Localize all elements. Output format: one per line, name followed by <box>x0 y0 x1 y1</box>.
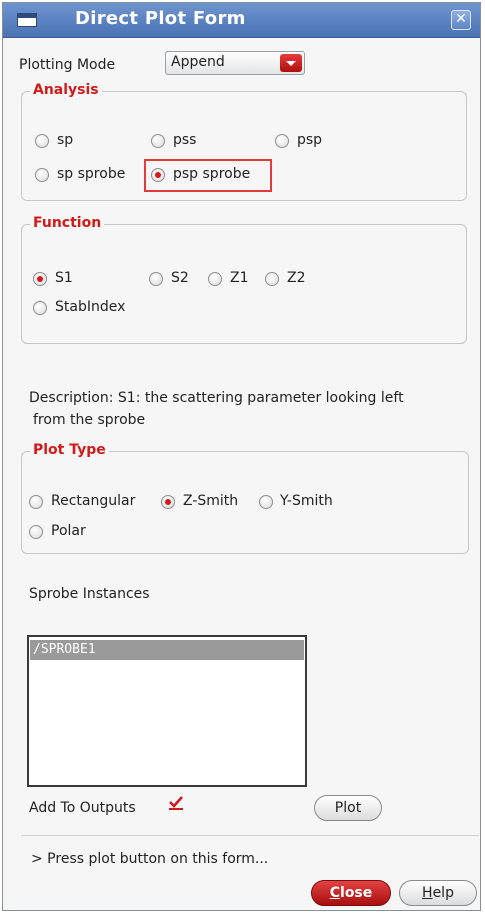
window-menu-icon[interactable] <box>17 13 37 27</box>
plot-type-rectangular-label: Rectangular <box>51 493 136 509</box>
function-z2-label: Z2 <box>287 270 306 286</box>
plot-type-z-smith-label: Z-Smith <box>183 493 239 509</box>
function-stabindex-label: StabIndex <box>55 299 126 315</box>
help-mnemonic: H <box>422 885 433 901</box>
plot-type-rectangular-radio[interactable] <box>29 495 43 509</box>
window-close-icon[interactable]: ✕ <box>451 10 471 30</box>
function-z1-radio[interactable] <box>208 272 222 286</box>
analysis-psp-label: psp <box>297 132 323 148</box>
analysis-psp-sprobe-radio[interactable] <box>151 168 165 182</box>
analysis-sp-label: sp <box>57 132 74 148</box>
analysis-legend: Analysis <box>30 82 102 98</box>
analysis-sp-sprobe-radio[interactable] <box>35 168 49 182</box>
plotting-mode-label: Plotting Mode <box>19 57 116 73</box>
divider <box>21 835 479 836</box>
plot-button[interactable]: Plot <box>314 795 382 821</box>
list-item[interactable]: /SPROBE1 <box>30 640 304 660</box>
close-mnemonic: C <box>329 885 341 901</box>
close-label-rest: lose <box>340 885 373 901</box>
sprobe-instances-list[interactable]: /SPROBE1 <box>27 635 307 787</box>
status-text: > Press plot button on this form... <box>31 851 269 867</box>
plot-type-polar-radio[interactable] <box>29 525 43 539</box>
analysis-sp-sprobe-label: sp sprobe <box>57 166 126 182</box>
help-label-rest: elp <box>432 885 454 901</box>
function-z1-label: Z1 <box>230 270 249 286</box>
function-s2-label: S2 <box>171 270 189 286</box>
analysis-psp-radio[interactable] <box>275 134 289 148</box>
plot-type-z-smith-radio[interactable] <box>161 495 175 509</box>
direct-plot-form-window: Direct Plot Form ✕ Plotting Mode Append … <box>2 2 481 911</box>
plotting-mode-value: Append <box>171 54 225 70</box>
plot-type-polar-label: Polar <box>51 523 86 539</box>
function-s1-radio[interactable] <box>33 272 47 286</box>
plotting-mode-select[interactable]: Append <box>165 51 305 75</box>
analysis-pss-radio[interactable] <box>151 134 165 148</box>
analysis-sp-radio[interactable] <box>35 134 49 148</box>
function-legend: Function <box>30 215 105 231</box>
plot-type-y-smith-radio[interactable] <box>259 495 273 509</box>
title-bar[interactable]: Direct Plot Form ✕ <box>3 3 480 38</box>
description-line-1: Description: S1: the scattering paramete… <box>29 390 404 406</box>
function-z2-radio[interactable] <box>265 272 279 286</box>
plot-type-y-smith-label: Y-Smith <box>280 493 333 509</box>
description-line-2: from the sprobe <box>33 412 146 428</box>
help-button[interactable]: Help <box>399 880 477 906</box>
chevron-down-icon[interactable] <box>280 54 302 72</box>
sprobe-instances-label: Sprobe Instances <box>29 586 150 602</box>
add-to-outputs-checkbox[interactable] <box>168 794 184 810</box>
plot-type-legend: Plot Type <box>30 442 109 458</box>
analysis-pss-label: pss <box>173 132 197 148</box>
add-to-outputs-label: Add To Outputs <box>29 800 136 816</box>
function-s1-label: S1 <box>55 270 73 286</box>
window-title: Direct Plot Form <box>75 8 246 29</box>
function-s2-radio[interactable] <box>149 272 163 286</box>
analysis-psp-sprobe-label: psp sprobe <box>173 166 251 182</box>
function-stabindex-radio[interactable] <box>33 301 47 315</box>
close-button[interactable]: Close <box>311 880 391 906</box>
